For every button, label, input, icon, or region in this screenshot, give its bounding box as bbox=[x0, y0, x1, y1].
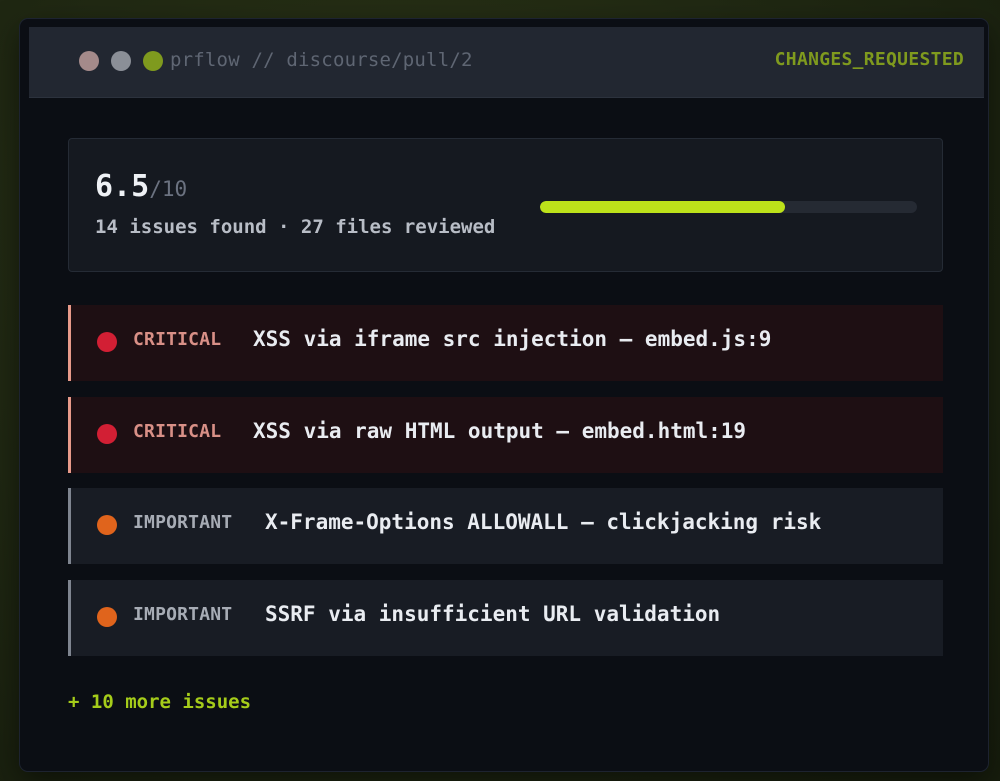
window-title: prflow // discourse/pull/2 bbox=[170, 49, 473, 71]
issue-item[interactable]: CRITICAL XSS via raw HTML output — embed… bbox=[68, 397, 943, 473]
score-summary: 14 issues found · 27 files reviewed bbox=[95, 216, 496, 238]
critical-severity-icon bbox=[97, 424, 117, 444]
issue-item[interactable]: IMPORTANT X-Frame-Options ALLOWALL — cli… bbox=[68, 488, 943, 564]
review-window: prflow // discourse/pull/2 CHANGES_REQUE… bbox=[20, 19, 988, 771]
severity-label: IMPORTANT bbox=[133, 512, 233, 533]
important-severity-icon bbox=[97, 515, 117, 535]
score-value: 6.5 bbox=[95, 169, 150, 204]
severity-label: CRITICAL bbox=[133, 329, 222, 350]
severity-label: IMPORTANT bbox=[133, 604, 233, 625]
important-severity-icon bbox=[97, 607, 117, 627]
close-window-dot[interactable] bbox=[79, 51, 99, 71]
critical-severity-icon bbox=[97, 332, 117, 352]
issue-item[interactable]: IMPORTANT SSRF via insufficient URL vali… bbox=[68, 580, 943, 656]
maximize-window-dot[interactable] bbox=[143, 51, 163, 71]
score-card: 6.5/10 14 issues found · 27 files review… bbox=[68, 138, 943, 272]
score-max: /10 bbox=[149, 177, 188, 201]
review-status-badge: CHANGES_REQUESTED bbox=[774, 49, 964, 70]
issue-title: SSRF via insufficient URL validation bbox=[265, 602, 721, 626]
title-bar: prflow // discourse/pull/2 CHANGES_REQUE… bbox=[29, 27, 984, 98]
issue-title: X-Frame-Options ALLOWALL — clickjacking … bbox=[265, 510, 822, 534]
issue-title: XSS via iframe src injection — embed.js:… bbox=[253, 327, 772, 351]
minimize-window-dot[interactable] bbox=[111, 51, 131, 71]
score-progress-bar bbox=[540, 201, 917, 213]
score-progress-fill bbox=[540, 201, 786, 213]
severity-label: CRITICAL bbox=[133, 421, 222, 442]
more-issues-link[interactable]: + 10 more issues bbox=[68, 691, 251, 713]
score: 6.5/10 bbox=[95, 169, 187, 204]
issue-item[interactable]: CRITICAL XSS via iframe src injection — … bbox=[68, 305, 943, 381]
issue-title: XSS via raw HTML output — embed.html:19 bbox=[253, 419, 747, 443]
